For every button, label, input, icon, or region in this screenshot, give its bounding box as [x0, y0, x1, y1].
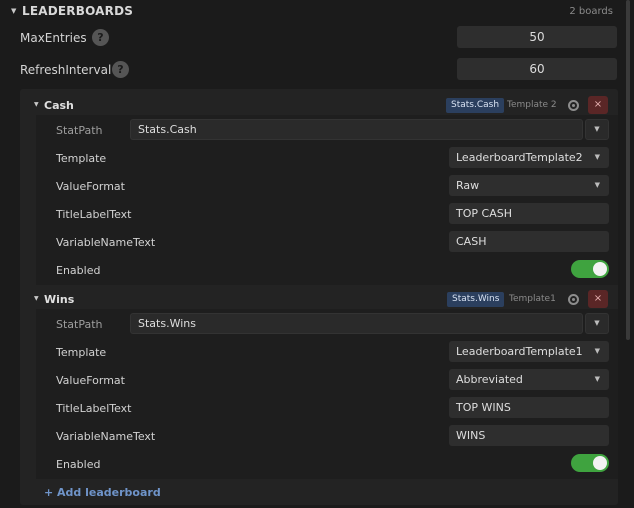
section-title: LEADERBOARDS	[22, 4, 134, 18]
chevron-down-icon: ▼	[594, 153, 600, 161]
add-leaderboard-button[interactable]: + Add leaderboard	[44, 486, 161, 499]
template-value: LeaderboardTemplate2	[456, 151, 583, 164]
variable-name-text-input[interactable]: WINS	[449, 425, 609, 446]
delete-leaderboard-button[interactable]: ×	[588, 96, 608, 114]
title-label-text-input[interactable]: TOP WINS	[449, 397, 609, 418]
stat-path-dropdown-button[interactable]: ▼	[585, 119, 609, 140]
value-format-label: ValueFormat	[56, 374, 125, 387]
stat-path-label: StatPath	[56, 124, 103, 137]
value-format-label: ValueFormat	[56, 180, 125, 193]
gear-icon[interactable]	[568, 294, 579, 305]
max-entries-help-icon[interactable]: ?	[92, 29, 109, 46]
scrollbar[interactable]	[626, 0, 630, 340]
template-tag: Template1	[509, 294, 556, 304]
stat-badge: Stats.Wins	[447, 292, 505, 307]
gear-icon[interactable]	[568, 100, 579, 111]
chevron-down-icon: ▼	[594, 319, 600, 327]
leaderboard-fields-cash: StatPath Stats.Cash ▼ Template Leaderboa…	[36, 115, 618, 285]
variable-name-text-label: VariableNameText	[56, 430, 156, 443]
chevron-down-icon: ▼	[594, 347, 600, 355]
template-dropdown[interactable]: LeaderboardTemplate2 ▼	[449, 147, 609, 168]
template-value: LeaderboardTemplate1	[456, 345, 583, 358]
leaderboard-name: Cash	[44, 99, 74, 112]
value-format-dropdown[interactable]: Abbreviated ▼	[449, 369, 609, 390]
max-entries-field[interactable]: 50	[457, 26, 617, 48]
stat-path-input[interactable]: Stats.Cash	[130, 119, 583, 140]
chevron-down-icon: ▼	[594, 375, 600, 383]
toggle-knob	[593, 456, 607, 470]
chevron-down-icon: ▼	[594, 181, 600, 189]
chevron-down-icon[interactable]: ▼	[34, 101, 39, 108]
max-entries-label: MaxEntries	[20, 31, 87, 45]
stat-path-dropdown-button[interactable]: ▼	[585, 313, 609, 334]
toggle-knob	[593, 262, 607, 276]
template-label: Template	[56, 152, 107, 165]
title-label-text-label: TitleLabelText	[56, 208, 132, 221]
template-tag: Template 2	[507, 100, 557, 110]
refresh-interval-help-icon[interactable]: ?	[112, 61, 129, 78]
leaderboard-name: Wins	[44, 293, 75, 306]
refresh-interval-field[interactable]: 60	[457, 58, 617, 80]
stat-path-input[interactable]: Stats.Wins	[130, 313, 583, 334]
board-count: 2 boards	[569, 6, 613, 17]
leaderboards-panel: ▼ Cash Stats.Cash Template 2 × StatPath …	[20, 89, 618, 505]
value-format-value: Raw	[456, 179, 480, 192]
enabled-toggle[interactable]	[571, 260, 609, 278]
variable-name-text-input[interactable]: CASH	[449, 231, 609, 252]
chevron-down-icon: ▼	[594, 125, 600, 133]
chevron-down-icon[interactable]: ▼	[34, 295, 39, 302]
title-label-text-input[interactable]: TOP CASH	[449, 203, 609, 224]
value-format-dropdown[interactable]: Raw ▼	[449, 175, 609, 196]
value-format-value: Abbreviated	[456, 373, 523, 386]
enabled-label: Enabled	[56, 264, 101, 277]
delete-leaderboard-button[interactable]: ×	[588, 290, 608, 308]
template-label: Template	[56, 346, 107, 359]
enabled-label: Enabled	[56, 458, 101, 471]
leaderboard-fields-wins: StatPath Stats.Wins ▼ Template Leaderboa…	[36, 309, 618, 479]
variable-name-text-label: VariableNameText	[56, 236, 156, 249]
stat-path-label: StatPath	[56, 318, 103, 331]
template-dropdown[interactable]: LeaderboardTemplate1 ▼	[449, 341, 609, 362]
refresh-interval-label: RefreshInterval	[20, 63, 112, 77]
stat-badge: Stats.Cash	[446, 98, 505, 113]
leaderboards-section-header[interactable]: ▼ LEADERBOARDS 2 boards	[0, 0, 626, 24]
chevron-down-icon[interactable]: ▼	[11, 7, 16, 15]
enabled-toggle[interactable]	[571, 454, 609, 472]
title-label-text-label: TitleLabelText	[56, 402, 132, 415]
